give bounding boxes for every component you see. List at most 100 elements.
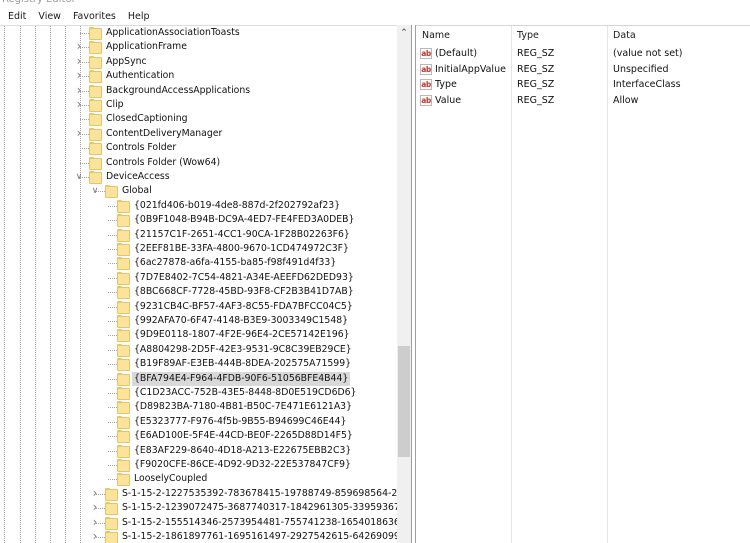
tree-node[interactable]: {9D9E0118-1807-4F2E-96E4-2CE57142E196}	[0, 328, 397, 343]
registry-key-tree[interactable]: ApplicationAssociationToasts › Application…	[0, 25, 411, 543]
tree-node-label[interactable]: Controls Folder	[104, 141, 178, 155]
tree-node-label[interactable]: {6ac27878-a6fa-4155-ba85-f98f491d4f33}	[132, 256, 338, 270]
tree-node[interactable]: ApplicationAssociationToasts	[0, 26, 397, 40]
column-header-name[interactable]: Name	[416, 26, 512, 46]
tree-node[interactable]: {6ac27878-a6fa-4155-ba85-f98f491d4f33}	[0, 256, 397, 271]
tree-node-label[interactable]: S-1-15-2-1227535392-783678415-19788749-8…	[120, 487, 411, 501]
tree-node-label[interactable]: Clip	[104, 98, 126, 112]
tree-vertical-scrollbar[interactable]: ⌃	[397, 25, 411, 543]
chevron-right-icon[interactable]: ›	[91, 530, 99, 542]
chevron-right-icon[interactable]: ›	[75, 55, 83, 67]
tree-node[interactable]: {021fd406-b019-4de8-887d-2f202792af23}	[0, 199, 397, 213]
tree-node[interactable]: ∨ DeviceAccess	[0, 170, 397, 184]
chevron-right-icon[interactable]: ›	[75, 40, 83, 52]
tree-node[interactable]: ∨ Global	[0, 184, 397, 199]
tree-node[interactable]: › S-1-15-2-1861897761-1695161497-29275426…	[0, 530, 411, 543]
tree-node[interactable]: › S-1-15-2-1239072475-3687740317-18429613…	[0, 501, 411, 516]
tree-node[interactable]: {F9020CFE-86CE-4D92-9D32-22E537847CF9}	[0, 458, 397, 472]
tree-node-label[interactable]: {C1D23ACC-752B-43E5-8448-8D0E519CD6D6}	[132, 386, 358, 400]
tree-node[interactable]: ClosedCaptioning	[0, 112, 397, 127]
column-header-type[interactable]: Type	[511, 26, 607, 46]
tree-node-label[interactable]: {9231CB4C-BF57-4AF3-8C55-FDA7BFCC04C5}	[132, 300, 355, 314]
tree-node-label[interactable]: Authentication	[104, 69, 176, 83]
tree-node-label[interactable]: ApplicationFrame	[104, 40, 189, 54]
tree-node-label[interactable]: {A8804298-2D5F-42E3-9531-9C8C39EB29CE}	[132, 343, 354, 357]
tree-node[interactable]: {992AFA70-6F47-4148-B3E9-3003349C1548}	[0, 314, 397, 328]
value-type: REG_SZ	[517, 79, 555, 90]
tree-node[interactable]: {BFA794E4-F964-4FDB-90F6-51056BFE4B44}	[0, 371, 397, 386]
tree-node-label[interactable]: {021fd406-b019-4de8-887d-2f202792af23}	[132, 199, 342, 213]
tree-node[interactable]: Controls Folder (Wow64)	[0, 156, 397, 170]
value-row[interactable]: ab (Default) REG_SZ (value not set)	[416, 46, 750, 62]
tree-node-label[interactable]: DeviceAccess	[104, 170, 172, 184]
tree-node-label[interactable]: S-1-15-2-1861897761-1695161497-292754261…	[120, 530, 411, 543]
value-row[interactable]: ab InitialAppValue REG_SZ Unspecified	[416, 62, 750, 78]
tree-node[interactable]: › S-1-15-2-1227535392-783678415-19788749-…	[0, 487, 411, 501]
scrollbar-thumb[interactable]	[398, 345, 410, 457]
tree-node[interactable]: › Authentication	[0, 69, 397, 84]
chevron-right-icon[interactable]: ›	[75, 127, 83, 139]
tree-node[interactable]: {2EEF81BE-33FA-4800-9670-1CD474972C3F}	[0, 242, 397, 256]
tree-node-label[interactable]: ApplicationAssociationToasts	[104, 26, 242, 40]
column-header-data[interactable]: Data	[607, 26, 750, 46]
chevron-down-icon[interactable]: ∨	[75, 171, 83, 183]
tree-node-label[interactable]: AppSync	[104, 55, 149, 69]
tree-node-label[interactable]: Global	[120, 184, 154, 198]
tree-node[interactable]: › S-1-15-2-155514346-2573954481-755741238…	[0, 516, 411, 530]
menu-view[interactable]: View	[32, 8, 67, 25]
tree-node-label[interactable]: {7D7E8402-7C54-4821-A34E-AEEFD62DED93}	[132, 271, 356, 285]
chevron-right-icon[interactable]: ›	[75, 84, 83, 96]
tree-node[interactable]: › ContentDeliveryManager	[0, 127, 397, 141]
tree-node-label[interactable]: {9D9E0118-1807-4F2E-96E4-2CE57142E196}	[132, 328, 352, 342]
chevron-right-icon[interactable]: ›	[75, 98, 83, 110]
tree-node[interactable]: {7D7E8402-7C54-4821-A34E-AEEFD62DED93}	[0, 271, 397, 285]
tree-node-label[interactable]: LooselyCoupled	[132, 472, 209, 486]
chevron-right-icon[interactable]: ›	[91, 501, 99, 513]
tree-node-label[interactable]: {21157C1F-2651-4CC1-90CA-1F28B02263F6}	[132, 228, 352, 242]
tree-node[interactable]: {21157C1F-2651-4CC1-90CA-1F28B02263F6}	[0, 228, 397, 242]
tree-node-label[interactable]: S-1-15-2-155514346-2573954481-755741238-…	[120, 516, 411, 530]
tree-node-label[interactable]: ClosedCaptioning	[104, 112, 190, 126]
tree-node-label[interactable]: {E6AD100E-5F4E-44CD-BE0F-2265D88D14F5}	[132, 429, 355, 443]
tree-node-label[interactable]: S-1-15-2-1239072475-3687740317-184296130…	[120, 501, 411, 515]
menu-help[interactable]: Help	[122, 8, 156, 25]
value-row[interactable]: ab Type REG_SZ InterfaceClass	[416, 77, 750, 93]
tree-node-label[interactable]: {E83AF229-8640-4D18-A213-E22675EBB2C3}	[132, 444, 353, 458]
tree-node[interactable]: {C1D23ACC-752B-43E5-8448-8D0E519CD6D6}	[0, 386, 397, 400]
tree-node[interactable]: › AppSync	[0, 55, 397, 69]
menu-favorites[interactable]: Favorites	[67, 8, 122, 25]
tree-node[interactable]: {9231CB4C-BF57-4AF3-8C55-FDA7BFCC04C5}	[0, 300, 397, 314]
tree-node[interactable]: {8BC668CF-7728-45BD-93F8-CF2B3B41D7AB}	[0, 285, 397, 300]
tree-node[interactable]: {E5323777-F976-4f5b-9B55-B94699C46E44}	[0, 415, 397, 429]
tree-node-label[interactable]: BackgroundAccessApplications	[104, 84, 252, 98]
chevron-right-icon[interactable]: ›	[91, 487, 99, 499]
tree-node-label[interactable]: {BFA794E4-F964-4FDB-90F6-51056BFE4B44}	[132, 371, 351, 386]
tree-node-label[interactable]: {B19F89AF-E3EB-444B-8DEA-202575A71599}	[132, 357, 353, 371]
value-row[interactable]: ab Value REG_SZ Allow	[416, 93, 750, 109]
chevron-down-icon[interactable]: ∨	[91, 185, 99, 197]
tree-node-label[interactable]: Controls Folder (Wow64)	[104, 156, 222, 170]
tree-node-label[interactable]: {E5323777-F976-4f5b-9B55-B94699C46E44}	[132, 415, 348, 429]
chevron-right-icon[interactable]: ›	[75, 69, 83, 81]
scroll-up-arrow-icon[interactable]: ⌃	[397, 25, 411, 39]
tree-node[interactable]: {B19F89AF-E3EB-444B-8DEA-202575A71599}	[0, 357, 397, 372]
tree-node[interactable]: › Clip	[0, 98, 397, 112]
tree-node[interactable]: {E6AD100E-5F4E-44CD-BE0F-2265D88D14F5}	[0, 429, 397, 444]
tree-node[interactable]: {0B9F1048-B94B-DC9A-4ED7-FE4FED3A0DEB}	[0, 213, 397, 228]
tree-node-label[interactable]: {992AFA70-6F47-4148-B3E9-3003349C1548}	[132, 314, 350, 328]
tree-node[interactable]: LooselyCoupled	[0, 472, 397, 487]
tree-node[interactable]: {D89823BA-7180-4B81-B50C-7E471E6121A3}	[0, 400, 397, 415]
tree-node-label[interactable]: {2EEF81BE-33FA-4800-9670-1CD474972C3F}	[132, 242, 351, 256]
tree-node-label[interactable]: {F9020CFE-86CE-4D92-9D32-22E537847CF9}	[132, 458, 353, 472]
tree-node[interactable]: Controls Folder	[0, 141, 397, 156]
tree-node[interactable]: {A8804298-2D5F-42E3-9531-9C8C39EB29CE}	[0, 343, 397, 357]
tree-node-label[interactable]: ContentDeliveryManager	[104, 127, 224, 141]
tree-node[interactable]: {E83AF229-8640-4D18-A213-E22675EBB2C3}	[0, 444, 397, 458]
tree-node-label[interactable]: {0B9F1048-B94B-DC9A-4ED7-FE4FED3A0DEB}	[132, 213, 356, 227]
tree-node[interactable]: › ApplicationFrame	[0, 40, 397, 55]
chevron-right-icon[interactable]: ›	[91, 516, 99, 528]
menu-edit[interactable]: Edit	[0, 8, 32, 25]
tree-node-label[interactable]: {D89823BA-7180-4B81-B50C-7E471E6121A3}	[132, 400, 354, 414]
tree-node-label[interactable]: {8BC668CF-7728-45BD-93F8-CF2B3B41D7AB}	[132, 285, 356, 299]
tree-node[interactable]: › BackgroundAccessApplications	[0, 84, 397, 98]
